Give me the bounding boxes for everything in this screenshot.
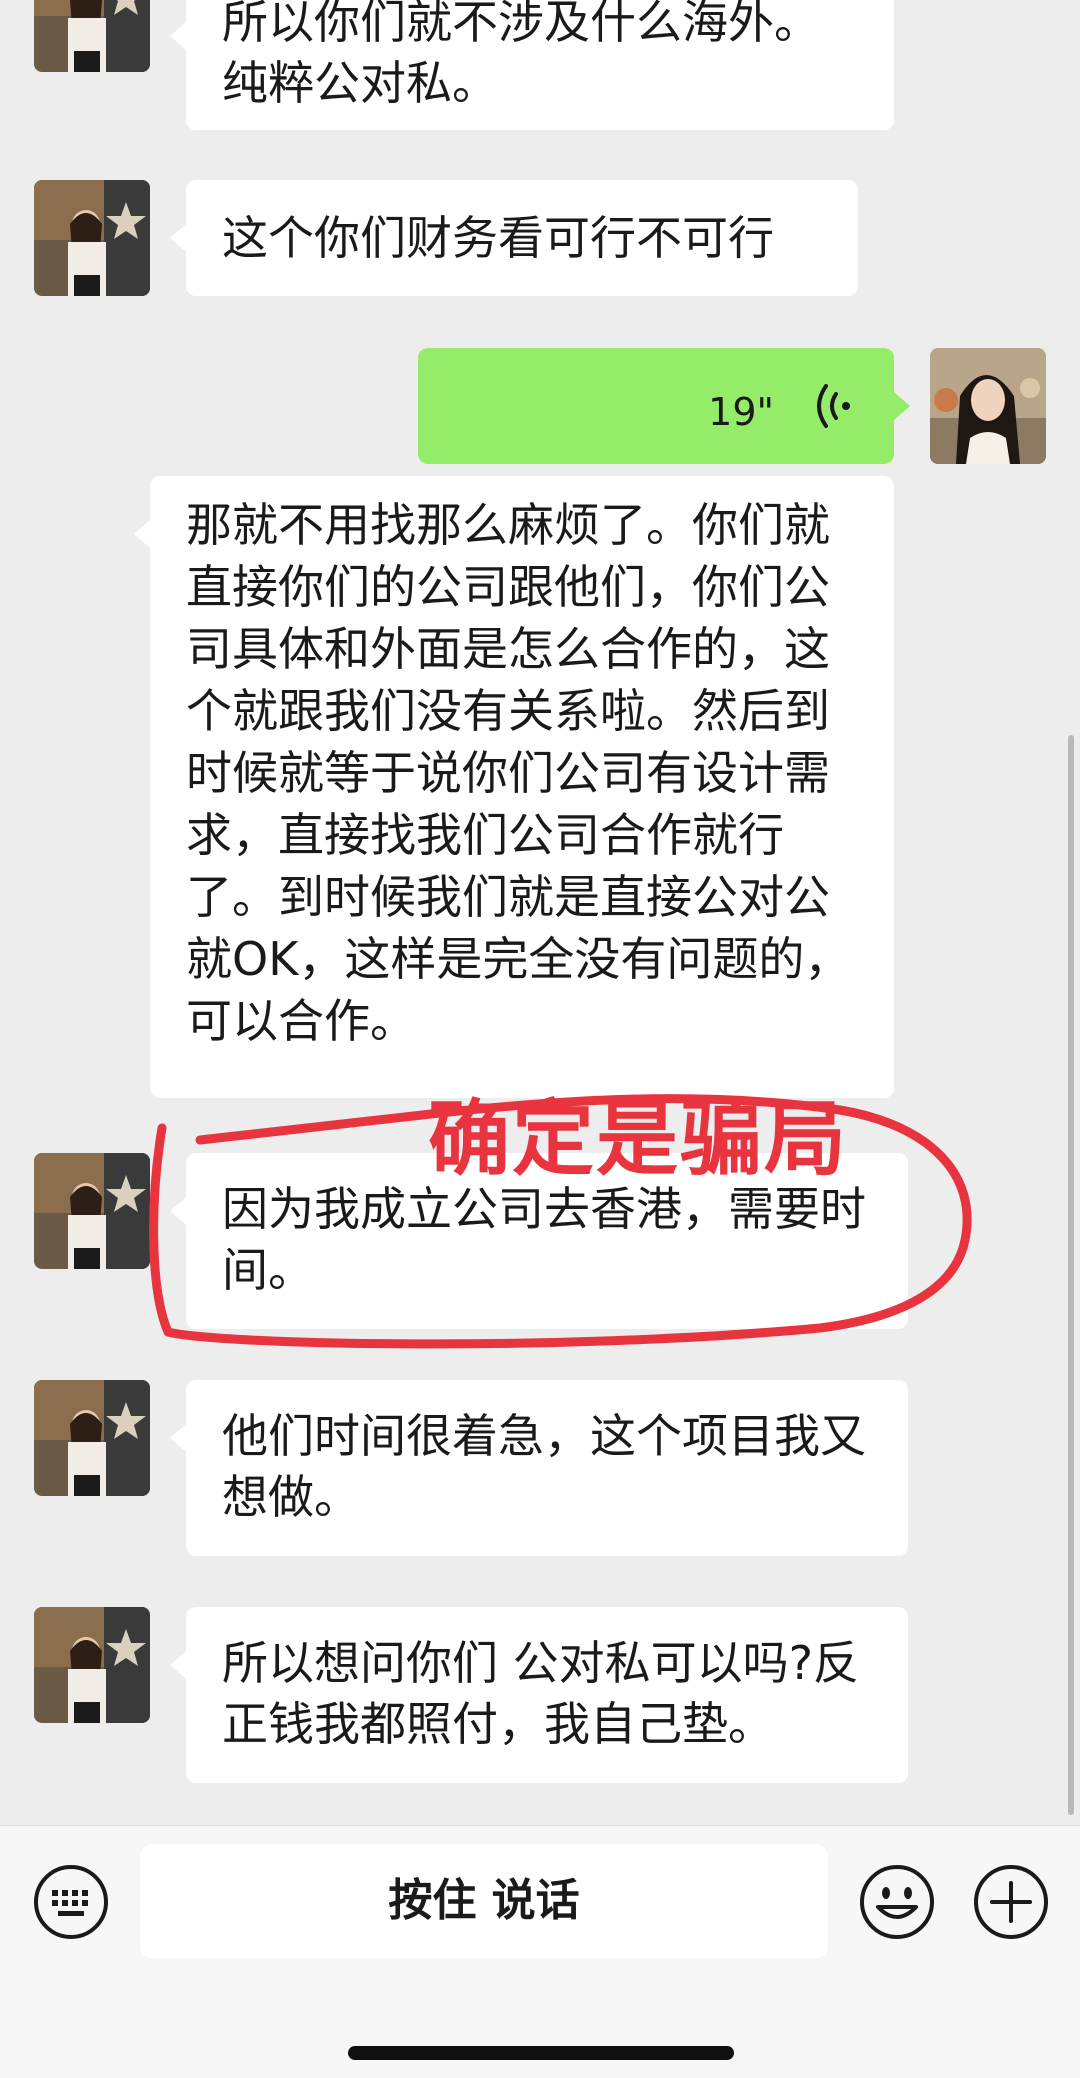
message-bubble[interactable]: 所以你们就不涉及什么海外。纯粹公对私。 [170, 0, 894, 130]
message-text: 这个你们财务看可行不可行 [222, 211, 774, 265]
message-bubble[interactable]: 这个你们财务看可行不可行 [170, 180, 858, 296]
input-bar: 按住 说话 [0, 1825, 1080, 2078]
message-text: 所以你们就不涉及什么海外。纯粹公对私。 [222, 0, 820, 110]
contact-avatar[interactable] [34, 1380, 150, 1496]
contact-avatar[interactable] [34, 1153, 150, 1269]
contact-avatar[interactable] [34, 1607, 150, 1723]
plus-icon[interactable] [972, 1863, 1050, 1941]
voice-duration: 19" [708, 390, 774, 434]
contact-avatar[interactable] [34, 0, 150, 72]
message-bubble[interactable]: 那就不用找那么麻烦了。你们就直接你们的公司跟他们，你们公司具体和外面是怎么合作的… [134, 476, 894, 1098]
keyboard-icon[interactable] [32, 1863, 110, 1941]
message-text: 他们时间很着急，这个项目我又想做。 [222, 1409, 866, 1524]
voice-wave-icon [817, 384, 850, 428]
contact-avatar[interactable] [34, 180, 150, 296]
message-bubble[interactable]: 所以想问你们 公对私可以吗?反正钱我都照付，我自己垫。 [170, 1607, 908, 1783]
emoji-icon[interactable] [858, 1863, 936, 1941]
message-text: 那就不用找那么麻烦了。你们就直接你们的公司跟他们，你们公司具体和外面是怎么合作的… [186, 498, 851, 1048]
chat-area[interactable]: 所以你们就不涉及什么海外。纯粹公对私。 这个你们财务看可行不可行 19" 那就不… [0, 0, 1080, 1825]
message-text: 所以想问你们 公对私可以吗?反正钱我都照付，我自己垫。 [222, 1636, 860, 1751]
scrollbar[interactable] [1068, 735, 1074, 1815]
home-indicator[interactable] [348, 2046, 734, 2060]
voice-message-bubble[interactable]: 19" [418, 348, 910, 464]
message-bubble[interactable]: 他们时间很着急，这个项目我又想做。 [170, 1380, 908, 1556]
hold-to-talk-button[interactable]: 按住 说话 [140, 1844, 828, 1958]
message-text: 因为我成立公司去香港，需要时间。 [222, 1182, 866, 1297]
my-avatar[interactable] [930, 348, 1046, 464]
annotation-label: 确定是骗局 [428, 1092, 849, 1187]
